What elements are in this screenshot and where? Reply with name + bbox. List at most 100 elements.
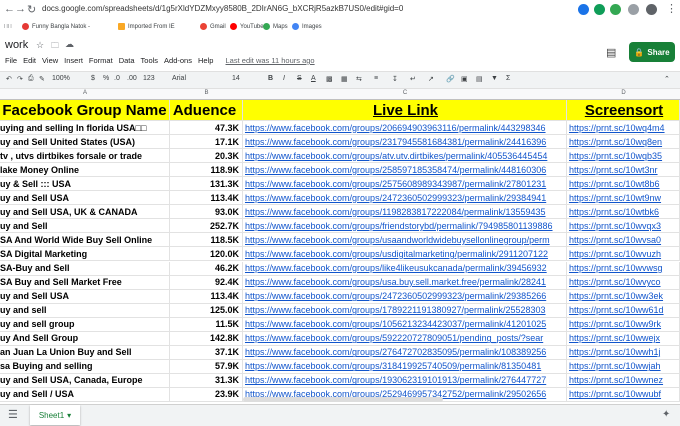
screenshot-link-cell[interactable]: https://prnt.sc/10ww9rk <box>567 317 680 331</box>
header-cell-col4[interactable]: Screensort <box>567 100 680 120</box>
menu-addons[interactable]: Add-ons <box>164 56 192 65</box>
italic-button[interactable]: I <box>283 75 285 82</box>
horizontal-scrollbar[interactable] <box>243 397 443 402</box>
column-header-a[interactable]: A <box>0 90 170 96</box>
extension-icon[interactable] <box>646 4 657 15</box>
group-name-cell[interactable]: an Juan La Union Buy and Sell <box>0 345 170 359</box>
audience-cell[interactable]: 57.9K <box>170 359 243 373</box>
screenshot-link-cell[interactable]: https://prnt.sc/10wwh1j <box>567 345 680 359</box>
undo-icon[interactable]: ↶ <box>6 75 12 83</box>
audience-cell[interactable]: 17.1K <box>170 135 243 149</box>
merge-cells-icon[interactable]: ⇆ <box>356 75 362 83</box>
group-name-cell[interactable]: SA And World Wide Buy Sell Online <box>0 233 170 247</box>
fill-color-icon[interactable]: ▩ <box>326 75 333 83</box>
text-rotation-icon[interactable]: ↗ <box>428 75 434 83</box>
font-size-select[interactable]: 14 <box>232 75 240 82</box>
group-name-cell[interactable]: uy and sell group <box>0 317 170 331</box>
menu-help[interactable]: Help <box>198 56 213 65</box>
screenshot-link-cell[interactable]: https://prnt.sc/10wvwsg <box>567 261 680 275</box>
url-text[interactable]: docs.google.com/spreadsheets/d/1g5rXldYD… <box>42 4 403 13</box>
screenshot-link-cell[interactable]: https://prnt.sc/10wt8b6 <box>567 177 680 191</box>
menu-insert[interactable]: Insert <box>64 56 83 65</box>
column-header-b[interactable]: B <box>170 90 243 96</box>
more-formats-button[interactable]: 123 <box>143 75 155 82</box>
audience-cell[interactable]: 125.0K <box>170 303 243 317</box>
header-cell-col2[interactable]: Aduence <box>170 100 243 120</box>
live-link-cell[interactable]: https://www.facebook.com/groups/24723605… <box>243 289 567 303</box>
sheet-tab[interactable]: Sheet1 ▾ <box>30 405 80 425</box>
group-name-cell[interactable]: uy and Sell USA, UK & CANADA <box>0 205 170 219</box>
bookmark-item[interactable]: Funny Bangla Natok - <box>22 23 90 30</box>
header-cell-col1[interactable]: Facebook Group Name <box>0 100 170 120</box>
group-name-cell[interactable]: SA-Buy and Sell <box>0 261 170 275</box>
group-name-cell[interactable]: SA Digital Marketing <box>0 247 170 261</box>
live-link-cell[interactable]: https://www.facebook.com/groups/19306231… <box>243 373 567 387</box>
live-link-cell[interactable]: https://www.facebook.com/groups/17892211… <box>243 303 567 317</box>
explore-icon[interactable]: ✦ <box>662 409 670 420</box>
group-name-cell[interactable]: uy and sell <box>0 303 170 317</box>
menu-data[interactable]: Data <box>119 56 135 65</box>
filter-icon[interactable]: ▼ <box>491 75 498 82</box>
group-name-cell[interactable]: uy and Sell <box>0 219 170 233</box>
bookmark-item[interactable]: Gmail <box>200 23 226 30</box>
screenshot-link-cell[interactable]: https://prnt.sc/10wt9nw <box>567 191 680 205</box>
screenshot-link-cell[interactable]: https://prnt.sc/10wwnez <box>567 373 680 387</box>
menu-file[interactable]: File <box>5 56 17 65</box>
audience-cell[interactable]: 118.5K <box>170 233 243 247</box>
bookmark-item[interactable]: Maps <box>263 23 288 30</box>
group-name-cell[interactable]: uy and Sell USA <box>0 289 170 303</box>
extension-icon[interactable] <box>578 4 589 15</box>
group-name-cell[interactable]: SA Buy and Sell Market Free <box>0 275 170 289</box>
extension-icon[interactable] <box>610 4 621 15</box>
live-link-cell[interactable]: https://www.facebook.com/groups/usaandwo… <box>243 233 567 247</box>
live-link-cell[interactable]: https://www.facebook.com/groups/usa.buy.… <box>243 275 567 289</box>
live-link-cell[interactable]: https://www.facebook.com/groups/like4lik… <box>243 261 567 275</box>
share-button[interactable]: 🔒 Share <box>629 42 675 62</box>
audience-cell[interactable]: 252.7K <box>170 219 243 233</box>
increase-decimal-button[interactable]: .00 <box>127 75 137 82</box>
group-name-cell[interactable]: uy and Sell USA, Canada, Europe <box>0 373 170 387</box>
audience-cell[interactable]: 47.3K <box>170 121 243 135</box>
browser-menu-icon[interactable]: ⋮ <box>666 2 677 15</box>
group-name-cell[interactable]: uy And Sell Group <box>0 331 170 345</box>
menu-tools[interactable]: Tools <box>141 56 159 65</box>
redo-icon[interactable]: ↷ <box>17 75 23 83</box>
audience-cell[interactable]: 11.5K <box>170 317 243 331</box>
live-link-cell[interactable]: https://www.facebook.com/groups/25756089… <box>243 177 567 191</box>
last-edit-link[interactable]: Last edit was 11 hours ago <box>226 56 315 65</box>
audience-cell[interactable]: 20.3K <box>170 149 243 163</box>
screenshot-link-cell[interactable]: https://prnt.sc/10wvsa0 <box>567 233 680 247</box>
audience-cell[interactable]: 46.2K <box>170 261 243 275</box>
group-name-cell[interactable]: lake Money Online <box>0 163 170 177</box>
live-link-cell[interactable]: https://www.facebook.com/groups/10562132… <box>243 317 567 331</box>
menu-edit[interactable]: Edit <box>23 56 36 65</box>
reload-icon[interactable]: ↻ <box>27 3 36 16</box>
paint-format-icon[interactable]: ✎ <box>39 75 45 83</box>
screenshot-link-cell[interactable]: https://prnt.sc/10wqb35 <box>567 149 680 163</box>
live-link-cell[interactable]: https://www.facebook.com/groups/23179455… <box>243 135 567 149</box>
star-icon[interactable]: ☆ <box>36 40 44 51</box>
live-link-cell[interactable]: https://www.facebook.com/groups/11982838… <box>243 205 567 219</box>
audience-cell[interactable]: 113.4K <box>170 191 243 205</box>
screenshot-link-cell[interactable]: https://prnt.sc/10wq4m4 <box>567 121 680 135</box>
strikethrough-button[interactable]: S <box>297 75 302 82</box>
text-wrap-icon[interactable]: ↵ <box>410 75 416 83</box>
screenshot-link-cell[interactable]: https://prnt.sc/10ww61d <box>567 303 680 317</box>
group-name-cell[interactable]: uying and selling In florida USA□□ <box>0 121 170 135</box>
audience-cell[interactable]: 92.4K <box>170 275 243 289</box>
live-link-cell[interactable]: https://www.facebook.com/groups/atv.utv.… <box>243 149 567 163</box>
live-link-cell[interactable]: https://www.facebook.com/groups/24723605… <box>243 191 567 205</box>
audience-cell[interactable]: 118.9K <box>170 163 243 177</box>
screenshot-link-cell[interactable]: https://prnt.sc/10ww3ek <box>567 289 680 303</box>
live-link-cell[interactable]: https://www.facebook.com/groups/27647270… <box>243 345 567 359</box>
bookmark-item[interactable]: Imported From IE <box>118 23 175 30</box>
comment-history-icon[interactable]: ▤ <box>606 46 616 59</box>
text-color-button[interactable]: A <box>311 75 316 82</box>
screenshot-link-cell[interactable]: https://prnt.sc/10wq8en <box>567 135 680 149</box>
decrease-decimal-button[interactable]: .0 <box>114 75 120 82</box>
screenshot-link-cell[interactable]: https://prnt.sc/10wwjah <box>567 359 680 373</box>
menu-view[interactable]: View <box>42 56 58 65</box>
collapse-toolbar-icon[interactable]: ⌃ <box>664 75 670 83</box>
live-link-cell[interactable]: https://www.facebook.com/groups/usdigita… <box>243 247 567 261</box>
screenshot-link-cell[interactable]: https://prnt.sc/10wt3nr <box>567 163 680 177</box>
